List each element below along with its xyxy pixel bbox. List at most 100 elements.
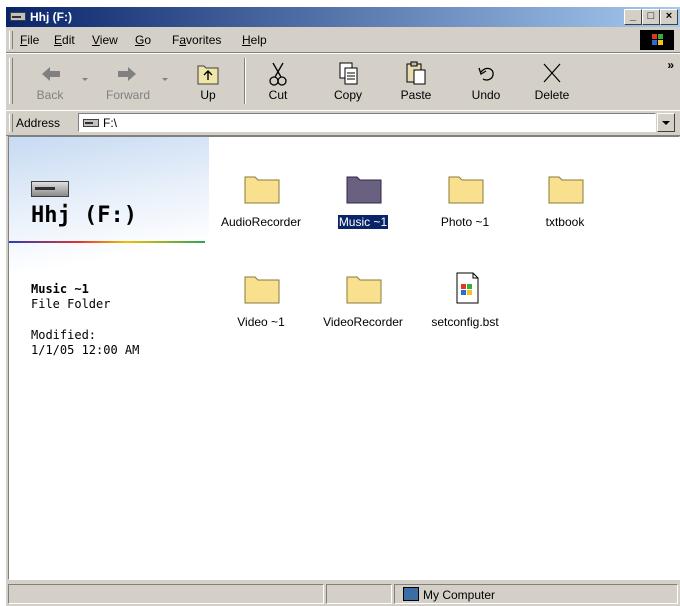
close-button[interactable]: × — [660, 9, 678, 25]
back-label: Back — [36, 88, 64, 102]
zone-text: My Computer — [423, 588, 496, 602]
modified-label: Modified: — [31, 328, 97, 342]
folder-icon — [548, 176, 584, 204]
web-view-info-pane: Hhj (F:) Music ~1 File Folder Modified: … — [9, 137, 209, 579]
drive-title: Hhj (F:) — [31, 203, 137, 228]
back-arrow-icon — [42, 67, 60, 81]
address-value: F:\ — [103, 116, 117, 130]
menu-go[interactable]: Go — [135, 33, 151, 47]
undo-label: Undo — [471, 88, 501, 102]
folder-icon — [244, 176, 280, 204]
copy-button[interactable]: Copy — [318, 54, 378, 108]
selected-item-type: File Folder — [31, 297, 111, 311]
file-name-text: Music ~1 — [336, 214, 390, 230]
folder-icon — [244, 276, 280, 304]
address-input[interactable]: F:\ — [78, 113, 656, 132]
undo-icon — [478, 67, 494, 81]
folder-icon — [448, 176, 484, 204]
explorer-window: Hhj (F:) _ □ × File Edit View Go Favorit… — [6, 7, 680, 606]
status-panel-info — [8, 584, 324, 604]
toolbar-grip[interactable] — [9, 58, 13, 104]
file-name: Video ~1 — [213, 315, 309, 329]
folder-item-selected[interactable]: Music ~1 — [315, 167, 411, 237]
drive-large-icon — [31, 181, 69, 197]
copy-label: Copy — [333, 88, 362, 102]
mnemonic: H — [242, 33, 251, 47]
delete-x-icon — [543, 63, 561, 83]
menu-help[interactable]: Help — [242, 33, 267, 47]
scissors-icon — [269, 62, 287, 86]
menu-file-rest: ile — [27, 33, 40, 47]
zone-label: My Computer — [403, 587, 495, 602]
windows-file-icon — [456, 272, 479, 304]
menu-edit-rest: dit — [62, 33, 75, 47]
up-folder-icon — [197, 65, 219, 85]
paste-icon — [406, 61, 426, 85]
menu-help-rest: elp — [250, 33, 267, 47]
menu-file[interactable]: File — [20, 33, 39, 47]
folder-view[interactable]: Hhj (F:) Music ~1 File Folder Modified: … — [8, 136, 680, 580]
menu-bar: File Edit View Go Favorites Help — [6, 28, 680, 53]
address-grip[interactable] — [9, 114, 13, 132]
file-name-text: txtbook — [545, 215, 585, 229]
folder-item[interactable]: Photo ~1 — [417, 167, 513, 237]
file-name-text: AudioRecorder — [220, 215, 302, 229]
forward-button[interactable]: Forward — [98, 54, 158, 108]
menu-grip[interactable] — [9, 31, 13, 49]
status-panel-zone: My Computer — [394, 584, 678, 604]
folder-item[interactable]: AudioRecorder — [213, 167, 309, 237]
paste-button[interactable]: Paste — [386, 54, 446, 108]
status-panel-size — [326, 584, 392, 604]
file-name-text: VideoRecorder — [323, 315, 403, 329]
file-name: setconfig.bst — [417, 315, 513, 329]
window-title: Hhj (F:) — [30, 10, 72, 24]
menu-view[interactable]: View — [92, 33, 118, 47]
mnemonic: V — [92, 33, 100, 47]
menu-edit[interactable]: Edit — [54, 33, 75, 47]
title-bar[interactable]: Hhj (F:) _ □ × — [6, 7, 680, 27]
drive-icon — [83, 119, 99, 127]
minimize-button[interactable]: _ — [624, 9, 642, 25]
file-item[interactable]: setconfig.bst — [417, 267, 513, 337]
undo-button[interactable]: Undo — [456, 54, 516, 108]
mnemonic: E — [54, 33, 63, 47]
file-name-text: Photo ~1 — [440, 215, 490, 229]
folder-item[interactable]: txtbook — [517, 167, 613, 237]
drive-icon — [10, 12, 26, 21]
cut-label: Cut — [268, 88, 288, 102]
forward-dropdown-arrow[interactable] — [162, 78, 168, 81]
back-dropdown-arrow[interactable] — [82, 78, 88, 81]
file-name: AudioRecorder — [213, 215, 309, 229]
file-name-text: Video ~1 — [237, 315, 285, 329]
address-dropdown-button[interactable] — [657, 113, 675, 132]
toolbar-separator — [244, 58, 246, 104]
folder-item[interactable]: Video ~1 — [213, 267, 309, 337]
up-button[interactable]: Up — [178, 54, 238, 108]
toolbar-overflow-chevron[interactable]: » — [667, 58, 674, 72]
folder-icon — [346, 276, 382, 304]
copy-icon — [339, 62, 358, 85]
paste-label: Paste — [400, 88, 432, 102]
menu-view-rest: iew — [99, 33, 118, 47]
file-name: Photo ~1 — [417, 215, 513, 229]
forward-arrow-icon — [118, 67, 136, 81]
mnemonic: G — [135, 33, 145, 47]
status-bar: My Computer — [6, 582, 680, 606]
delete-button[interactable]: Delete — [522, 54, 582, 108]
my-computer-icon — [403, 587, 419, 601]
maximize-button[interactable]: □ — [642, 9, 660, 25]
file-name: VideoRecorder — [315, 315, 411, 329]
folder-icon — [346, 176, 382, 204]
back-button[interactable]: Back — [20, 54, 80, 108]
address-bar: Address F:\ — [6, 110, 680, 136]
menu-favorites[interactable]: Favorites — [172, 33, 221, 47]
up-label: Up — [200, 88, 216, 102]
file-name: txtbook — [517, 215, 613, 229]
windows-flag-icon — [652, 34, 663, 45]
standard-toolbar: Back Forward Up Cut Copy Paste Undo Dele… — [6, 53, 680, 111]
file-name: Music ~1 — [315, 214, 411, 230]
modified-date: 1/1/05 12:00 AM — [31, 343, 140, 357]
cut-button[interactable]: Cut — [248, 54, 308, 108]
folder-item[interactable]: VideoRecorder — [315, 267, 411, 337]
rainbow-divider — [9, 241, 205, 243]
